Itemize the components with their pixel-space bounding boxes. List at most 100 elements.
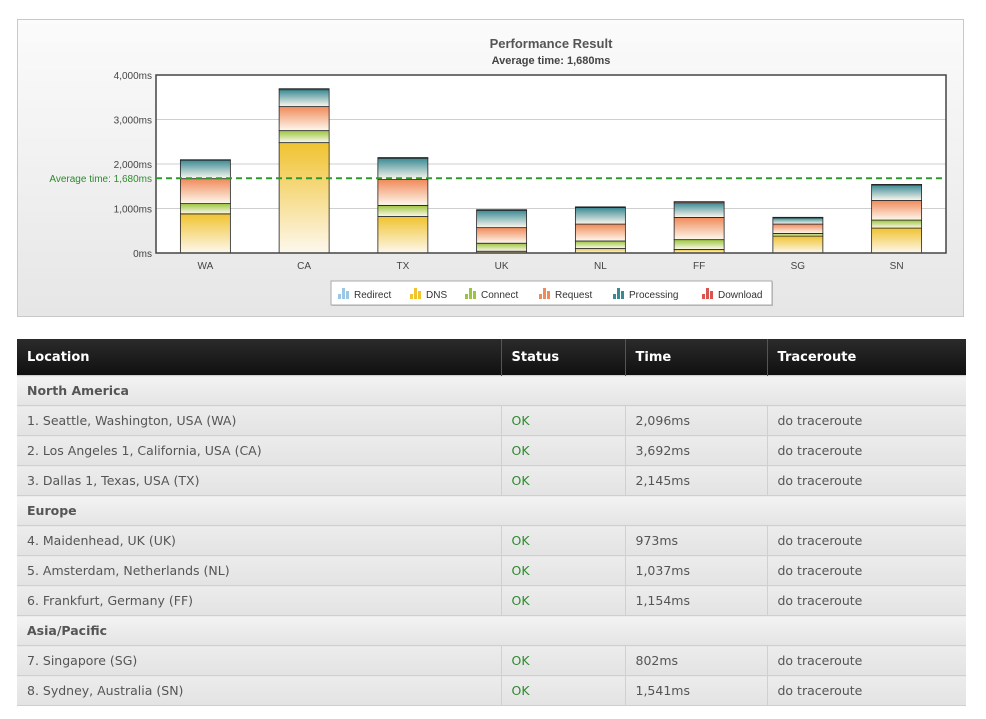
bar-segment-download[interactable]: [179, 159, 231, 161]
group-label: Asia/Pacific: [17, 615, 966, 646]
bar-segment-dns[interactable]: [772, 235, 824, 254]
traceroute-link[interactable]: do traceroute: [766, 555, 966, 586]
bar-segment-download[interactable]: [871, 184, 923, 186]
column-header-status[interactable]: Status: [500, 339, 625, 376]
bar-segment-request[interactable]: [772, 223, 824, 234]
time-cell: 2,096ms: [624, 405, 767, 436]
status-cell: OK: [500, 675, 625, 706]
bar-segment-request[interactable]: [673, 216, 725, 241]
legend-label: Processing: [629, 290, 678, 301]
bar-segment-connect[interactable]: [574, 240, 626, 249]
bar-segment-processing[interactable]: [179, 159, 231, 180]
bar-segment-connect[interactable]: [673, 239, 725, 250]
table-group-row: Europe: [17, 495, 966, 526]
x-tick-label: NL: [594, 261, 607, 272]
group-label: North America: [17, 375, 966, 406]
traceroute-link[interactable]: do traceroute: [766, 585, 966, 616]
location-cell: 3. Dallas 1, Texas, USA (TX): [17, 465, 501, 496]
time-cell: 3,692ms: [624, 435, 767, 466]
bar-segment-request[interactable]: [179, 178, 231, 205]
time-cell: 802ms: [624, 645, 767, 676]
column-header-traceroute[interactable]: Traceroute: [766, 339, 966, 376]
bar-segment-request[interactable]: [377, 179, 429, 206]
location-cell: 4. Maidenhead, UK (UK): [17, 525, 501, 556]
traceroute-link[interactable]: do traceroute: [766, 525, 966, 556]
bar-segment-download[interactable]: [772, 216, 824, 219]
table-row: 5. Amsterdam, Netherlands (NL) OK 1,037ms d…: [17, 555, 966, 586]
results-table: Location Status Time Traceroute North Am…: [17, 339, 966, 706]
table-group-row: North America: [17, 375, 966, 406]
table-row: 8. Sydney, Australia (SN) OK 1,541ms do tra…: [17, 675, 966, 706]
x-tick-label: UK: [495, 261, 509, 272]
bar-segment-dns[interactable]: [179, 213, 231, 254]
x-tick-label: FF: [693, 261, 705, 272]
status-cell: OK: [500, 465, 625, 496]
table-row: 1. Seattle, Washington, USA (WA) OK 2,096m…: [17, 405, 966, 436]
bar-segment-dns[interactable]: [278, 142, 330, 254]
table-row: 2. Los Angeles 1, California, USA (CA) OK…: [17, 435, 966, 466]
bar-segment-processing[interactable]: [476, 209, 528, 229]
legend-label: Connect: [481, 290, 518, 301]
status-cell: OK: [500, 435, 625, 466]
status-cell: OK: [500, 555, 625, 586]
bar-segment-processing[interactable]: [377, 157, 429, 180]
bar-segment-request[interactable]: [574, 223, 626, 242]
time-cell: 1,037ms: [624, 555, 767, 586]
y-tick-label: 2,000ms: [114, 160, 152, 171]
column-header-time[interactable]: Time: [624, 339, 767, 376]
location-cell: 5. Amsterdam, Netherlands (NL): [17, 555, 501, 586]
bar-segment-dns[interactable]: [871, 227, 923, 254]
x-tick-label: WA: [198, 261, 214, 272]
bar-segment-request[interactable]: [278, 106, 330, 132]
x-tick-label: CA: [297, 261, 311, 272]
bar-segment-processing[interactable]: [772, 217, 824, 225]
bar-segment-processing[interactable]: [673, 202, 725, 218]
chart-legend: Redirect DNS Connect Request Processing Downl…: [330, 280, 773, 306]
traceroute-link[interactable]: do traceroute: [766, 405, 966, 436]
traceroute-link[interactable]: do traceroute: [766, 675, 966, 706]
status-cell: OK: [500, 405, 625, 436]
group-label: Europe: [17, 495, 966, 526]
y-tick-label: 1,000ms: [114, 205, 152, 216]
bar-segment-connect[interactable]: [476, 242, 528, 252]
x-tick-label: SG: [791, 261, 806, 272]
bar-segment-download[interactable]: [278, 88, 330, 91]
table-row: 6. Frankfurt, Germany (FF) OK 1,154ms do tr…: [17, 585, 966, 616]
bar-segment-download[interactable]: [574, 206, 626, 209]
bar-segment-download[interactable]: [673, 201, 725, 204]
location-cell: 7. Singapore (SG): [17, 645, 501, 676]
x-tick-label: TX: [396, 261, 409, 272]
table-row: 7. Singapore (SG) OK 802ms do traceroute: [17, 645, 966, 676]
status-cell: OK: [500, 585, 625, 616]
status-cell: OK: [500, 645, 625, 676]
bar-segment-dns[interactable]: [377, 216, 429, 254]
traceroute-link[interactable]: do traceroute: [766, 435, 966, 466]
average-label: Average time: 1,680ms: [49, 174, 152, 185]
chart-title: Performance Result: [490, 36, 613, 51]
column-header-location[interactable]: Location: [17, 339, 501, 376]
bar-segment-processing[interactable]: [871, 184, 923, 201]
bar-segment-request[interactable]: [476, 227, 528, 244]
bar-segment-connect[interactable]: [377, 204, 429, 217]
table-header-row: Location Status Time Traceroute: [17, 339, 966, 376]
bar-segment-download[interactable]: [476, 209, 528, 211]
traceroute-link[interactable]: do traceroute: [766, 465, 966, 496]
legend-label: Request: [555, 290, 592, 301]
legend-label: DNS: [426, 290, 447, 301]
traceroute-link[interactable]: do traceroute: [766, 645, 966, 676]
chart-subtitle: Average time: 1,680ms: [492, 55, 611, 67]
bar-segment-connect[interactable]: [772, 233, 824, 237]
bar-segment-processing[interactable]: [574, 207, 626, 225]
table-group-row: Asia/Pacific: [17, 615, 966, 646]
bar-segment-connect[interactable]: [871, 219, 923, 229]
y-tick-label: 4,000ms: [114, 71, 152, 82]
bar-segment-processing[interactable]: [278, 89, 330, 107]
location-cell: 6. Frankfurt, Germany (FF): [17, 585, 501, 616]
bar-segment-connect[interactable]: [278, 130, 330, 144]
time-cell: 1,154ms: [624, 585, 767, 616]
bar-segment-request[interactable]: [871, 200, 923, 221]
table-row: 4. Maidenhead, UK (UK) OK 973ms do tracerou…: [17, 525, 966, 556]
bar-segment-download[interactable]: [377, 157, 429, 159]
bar-segment-connect[interactable]: [179, 203, 231, 215]
time-cell: 973ms: [624, 525, 767, 556]
